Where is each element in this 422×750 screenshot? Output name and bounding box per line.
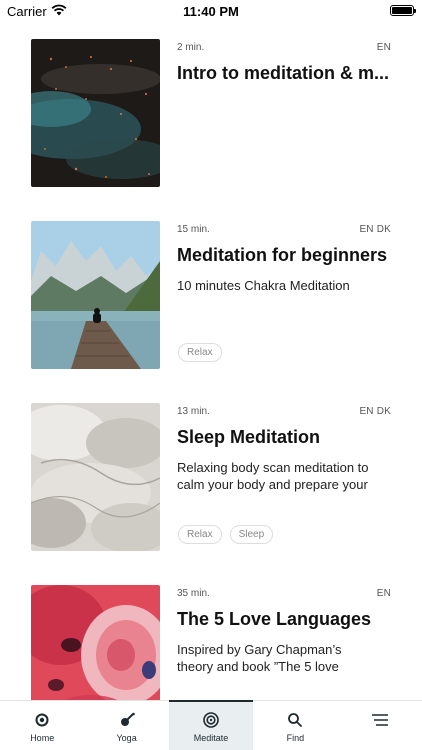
tag-list: Relax Sleep <box>178 525 274 544</box>
session-card[interactable]: 13 min. EN DK Sleep Meditation Relaxing … <box>0 403 422 553</box>
session-title: The 5 Love Languages <box>177 609 372 629</box>
yoga-icon <box>120 712 135 726</box>
home-icon <box>35 713 49 727</box>
tab-bar: Home Yoga Meditate Find <box>0 700 422 750</box>
search-icon <box>288 713 303 727</box>
session-languages: EN <box>376 42 391 53</box>
session-thumbnail <box>31 403 160 551</box>
session-languages: EN DK <box>359 406 391 417</box>
tag-list: Relax <box>178 343 222 362</box>
tag-chip[interactable]: Relax <box>178 525 222 544</box>
clock-time: 11:40 PM <box>183 4 239 19</box>
tab-menu[interactable] <box>338 701 422 750</box>
session-subtitle: Inspired by Gary Chapman’s theory and bo… <box>177 642 342 674</box>
session-subtitle: 10 minutes Chakra Meditation <box>177 278 350 293</box>
session-duration: 35 min. <box>177 588 210 599</box>
tab-label: Meditate <box>193 733 229 743</box>
tab-label: Find <box>286 733 305 743</box>
session-thumbnail <box>31 39 160 187</box>
tab-home[interactable]: Home <box>0 701 84 750</box>
session-list[interactable]: 2 min. EN Intro to meditation & m... 15 … <box>0 24 422 700</box>
session-duration: 13 min. <box>177 406 210 417</box>
session-thumbnail <box>31 221 160 369</box>
session-duration: 15 min. <box>177 224 210 235</box>
battery-icon <box>390 5 416 16</box>
session-title: Sleep Meditation <box>177 427 321 447</box>
status-bar: Carrier 11:40 PM <box>0 0 422 24</box>
session-duration: 2 min. <box>177 42 205 53</box>
session-card[interactable]: 35 min. EN The 5 Love Languages Inspired… <box>0 585 422 700</box>
meditate-icon <box>203 712 219 728</box>
session-thumbnail <box>31 585 160 700</box>
session-title: Meditation for beginners <box>177 245 388 265</box>
tab-yoga[interactable]: Yoga <box>84 701 168 750</box>
session-languages: EN <box>376 588 391 599</box>
session-languages: EN DK <box>359 224 391 235</box>
session-subtitle: Relaxing body scan meditation to calm yo… <box>177 460 369 492</box>
session-title: Intro to meditation & m... <box>177 63 389 83</box>
session-card[interactable]: 15 min. EN DK Meditation for beginners 1… <box>0 221 422 371</box>
session-card[interactable]: 2 min. EN Intro to meditation & m... <box>0 39 422 189</box>
tag-chip[interactable]: Relax <box>178 343 222 362</box>
tab-meditate[interactable]: Meditate <box>168 700 254 750</box>
tab-label: Yoga <box>116 733 137 743</box>
tab-find[interactable]: Find <box>253 701 337 750</box>
tag-chip[interactable]: Sleep <box>229 525 274 544</box>
menu-icon <box>371 714 388 726</box>
tab-label: Home <box>30 733 55 743</box>
